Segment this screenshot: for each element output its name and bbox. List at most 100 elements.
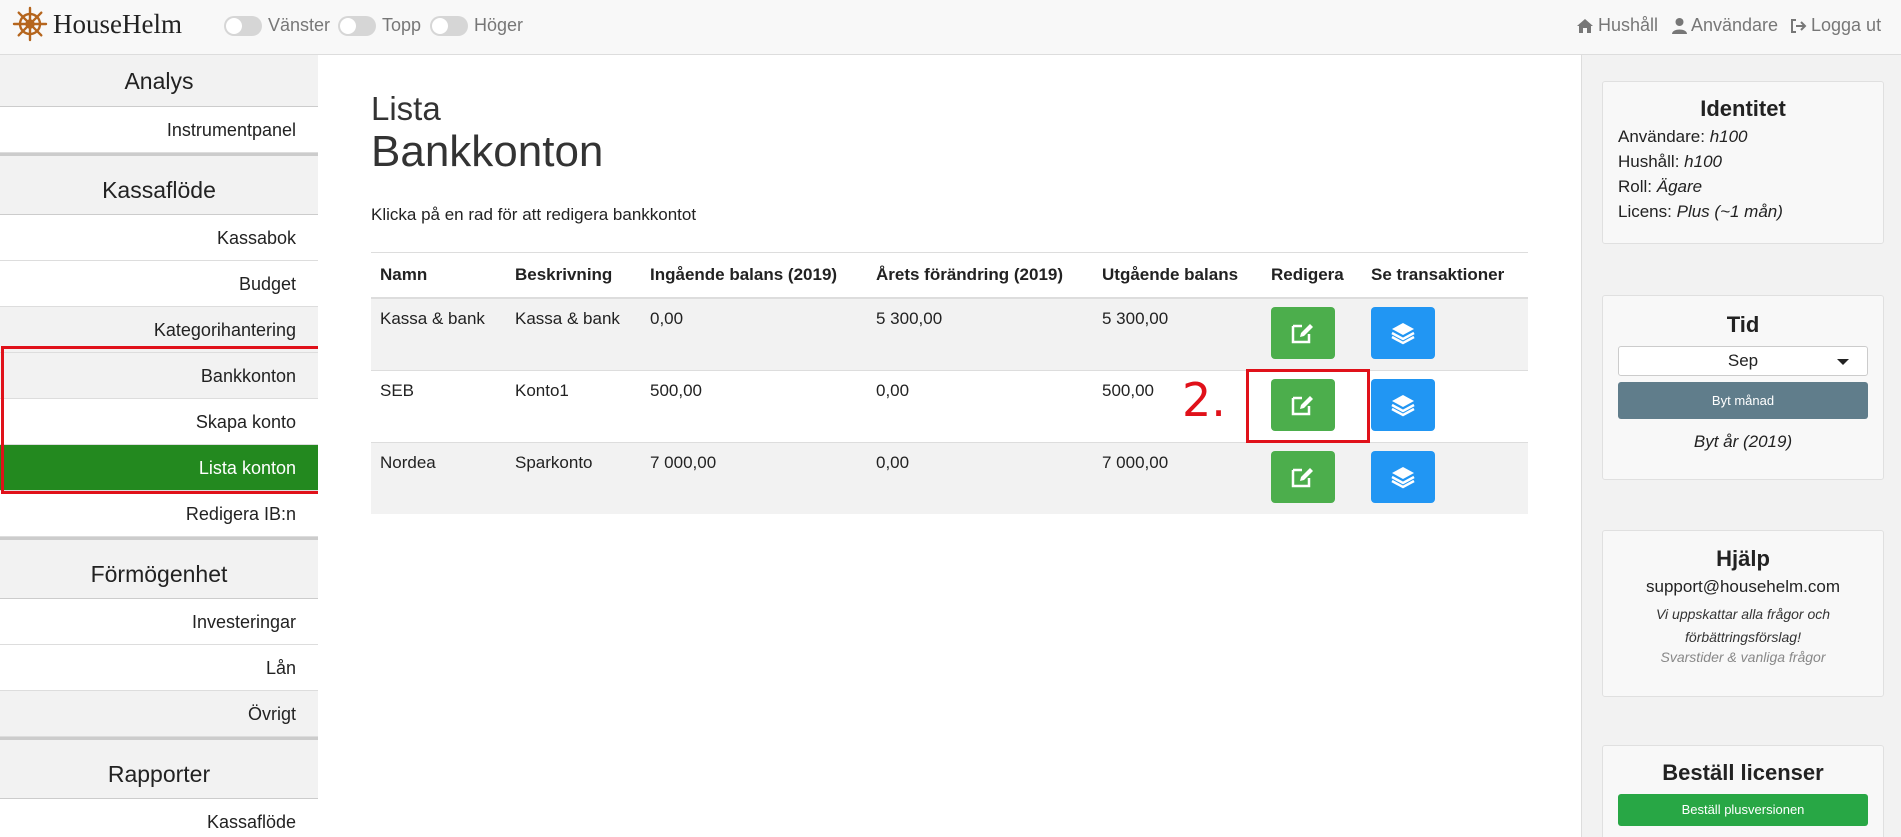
annotation-step2-label: 2. (1182, 373, 1226, 427)
top-navbar: HouseHelm Vänster Topp Höger Hushåll Anv… (0, 0, 1901, 55)
help-text-line2: förbättringsförslag! (1685, 629, 1801, 645)
identity-role: Roll: Ägare (1618, 174, 1883, 199)
identity-license-value: Plus (~1 mån) (1676, 202, 1783, 221)
app-logo[interactable]: HouseHelm (12, 6, 182, 42)
identity-card: Identitet Användare: h100 Hushåll: h100 … (1602, 81, 1884, 244)
order-card: Beställ licenser Beställ plusversionen (1602, 745, 1884, 837)
toggle-switch[interactable] (338, 15, 376, 36)
sidebar-section-formogenhet: Förmögenhet (0, 537, 318, 599)
identity-user: Användare: h100 (1618, 124, 1883, 149)
help-text-line1: Vi uppskattar alla frågor och (1655, 606, 1831, 622)
cell-closing-balance: 7 000,00 (1093, 441, 1262, 514)
cell-edit (1262, 441, 1362, 514)
order-title: Beställ licenser (1662, 760, 1824, 785)
page-title: Bankkonton (371, 127, 604, 176)
logout-link[interactable]: Logga ut (1790, 15, 1881, 36)
caret-down-icon (1837, 359, 1849, 365)
sidebar-section-rapporter: Rapporter (0, 737, 318, 799)
identity-role-label: Roll: (1618, 177, 1653, 196)
cell-description: Sparkonto (506, 441, 641, 514)
intro-text: Klicka på en rad för att redigera bankko… (371, 205, 697, 224)
table-row[interactable]: Kassa & bank Kassa & bank 0,00 5 300,00 … (371, 297, 1528, 370)
identity-license: Licens: Plus (~1 mån) (1618, 199, 1883, 224)
cell-name: Nordea (371, 441, 506, 514)
sidebar-item-investeringar[interactable]: Investeringar (0, 599, 318, 645)
cell-year-change: 5 300,00 (867, 297, 1093, 370)
toggle-left[interactable]: Vänster (224, 15, 330, 36)
help-title: Hjälp (1716, 546, 1770, 571)
view-transactions-button[interactable] (1371, 450, 1435, 503)
toggle-label: Höger (474, 15, 524, 35)
annotation-box-step2 (1246, 369, 1370, 443)
cell-edit (1262, 297, 1362, 370)
home-icon (1577, 18, 1593, 33)
cell-transactions (1362, 441, 1528, 514)
cell-description: Konto1 (506, 369, 641, 442)
column-header-opening-balance: Ingående balans (2019) (641, 252, 867, 299)
cell-year-change: 0,00 (867, 441, 1093, 514)
toggle-top[interactable]: Topp (338, 15, 421, 36)
layers-icon (1391, 394, 1415, 416)
month-select-value: Sep (1727, 351, 1759, 370)
right-panel: Identitet Användare: h100 Hushåll: h100 … (1581, 55, 1901, 837)
change-year-link[interactable]: Byt år (2019) (1603, 432, 1883, 452)
app-name: HouseHelm (53, 8, 182, 39)
faq-link[interactable]: Svarstider & vanliga frågor (1603, 649, 1883, 665)
sidebar-item-kassabok[interactable]: Kassabok (0, 215, 318, 261)
cell-name: Kassa & bank (371, 297, 506, 370)
cell-transactions (1362, 297, 1528, 370)
column-header-closing-balance: Utgående balans (1093, 252, 1262, 299)
toggle-right[interactable]: Höger (430, 15, 523, 36)
layers-icon (1391, 466, 1415, 488)
view-transactions-button[interactable] (1371, 307, 1435, 359)
identity-role-value: Ägare (1656, 177, 1703, 196)
sidebar-item-redigera-ibn[interactable]: Redigera IB:n (0, 491, 318, 537)
time-title: Tid (1726, 312, 1760, 337)
page-subtitle: Lista (371, 90, 441, 127)
table-header-row: Namn Beskrivning Ingående balans (2019) … (371, 252, 1528, 299)
sidebar-item-kassaflode-report[interactable]: Kassaflöde (0, 799, 318, 837)
support-email[interactable]: support@househelm.com (1603, 577, 1883, 597)
column-header-transactions: Se transaktioner (1362, 252, 1528, 299)
sidebar-item-lan[interactable]: Lån (0, 645, 318, 691)
cell-closing-balance: 500,00 (1093, 369, 1262, 442)
household-link[interactable]: Hushåll (1576, 15, 1658, 36)
identity-household-value: h100 (1684, 152, 1722, 171)
toggle-label: Vänster (268, 15, 331, 35)
cell-name: SEB (371, 369, 506, 442)
sidebar-item-budget[interactable]: Budget (0, 261, 318, 307)
cell-opening-balance: 500,00 (641, 369, 867, 442)
cell-transactions (1362, 369, 1528, 442)
edit-button[interactable] (1271, 307, 1335, 359)
table-row[interactable]: Nordea Sparkonto 7 000,00 0,00 7 000,00 (371, 441, 1528, 514)
logout-link-label: Logga ut (1811, 15, 1882, 35)
month-select[interactable]: Sep (1618, 346, 1868, 376)
column-header-year-change: Årets förändring (2019) (867, 252, 1093, 299)
toggle-switch[interactable] (430, 15, 468, 36)
cell-year-change: 0,00 (867, 369, 1093, 442)
edit-icon (1291, 467, 1313, 487)
change-month-button[interactable]: Byt månad (1618, 382, 1868, 419)
column-header-name: Namn (371, 252, 506, 299)
edit-button[interactable] (1271, 450, 1335, 503)
sidebar-section-analys: Analys (0, 55, 318, 107)
help-card: Hjälp support@househelm.com Vi uppskatta… (1602, 530, 1884, 697)
user-icon (1672, 18, 1687, 34)
order-plus-button[interactable]: Beställ plusversionen (1618, 794, 1868, 826)
view-transactions-button[interactable] (1371, 378, 1435, 431)
time-card: Tid Sep Byt månad Byt år (2019) (1602, 295, 1884, 480)
main-content: Lista Bankkonton Klicka på en rad för at… (318, 55, 1581, 837)
cell-opening-balance: 7 000,00 (641, 441, 867, 514)
identity-household: Hushåll: h100 (1618, 149, 1883, 174)
logout-icon (1791, 18, 1807, 33)
users-link[interactable]: Användare (1672, 15, 1778, 36)
household-link-label: Hushåll (1598, 15, 1659, 35)
sidebar-item-ovrigt[interactable]: Övrigt (0, 691, 318, 737)
column-header-description: Beskrivning (506, 252, 641, 299)
sidebar-item-instrumentpanel[interactable]: Instrumentpanel (0, 107, 318, 153)
toggle-label: Topp (382, 15, 422, 35)
users-link-label: Användare (1691, 15, 1779, 35)
toggle-switch[interactable] (224, 15, 262, 36)
cell-description: Kassa & bank (506, 297, 641, 370)
layers-icon (1391, 323, 1415, 345)
